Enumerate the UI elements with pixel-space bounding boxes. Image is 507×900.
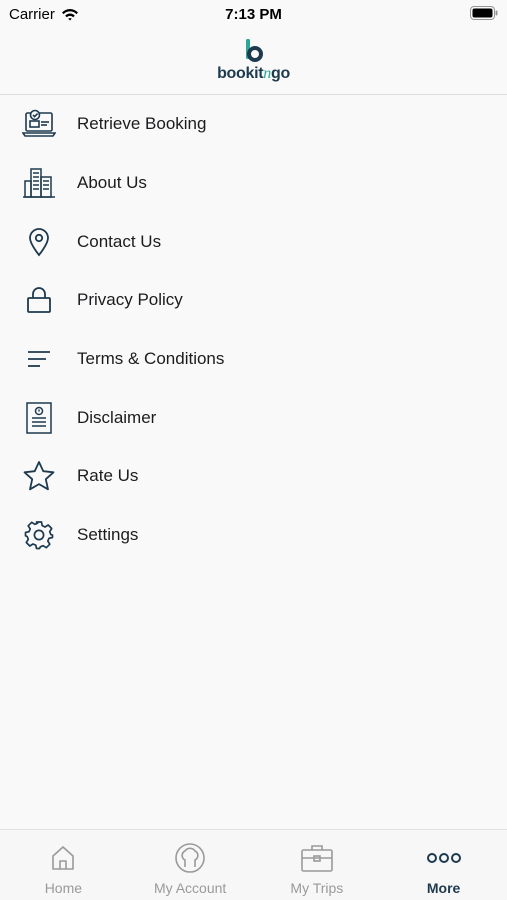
app-logo: bookitngo bbox=[0, 38, 507, 83]
logo-text-accent: n bbox=[263, 65, 271, 82]
menu-item-contact-us[interactable]: Contact Us bbox=[0, 212, 507, 271]
logo-wordmark: bookitngo bbox=[0, 65, 507, 83]
battery-icon bbox=[470, 6, 498, 24]
tab-bar: Home My Account My Trips More bbox=[0, 829, 507, 900]
lines-icon bbox=[22, 342, 56, 376]
menu-label-contact-us: Contact Us bbox=[77, 231, 162, 251]
menu-label-terms-conditions: Terms & Conditions bbox=[77, 349, 225, 369]
more-icon bbox=[426, 842, 462, 874]
tab-label-my-trips: My Trips bbox=[290, 880, 344, 896]
ticket-laptop-icon bbox=[22, 107, 56, 141]
document-icon bbox=[22, 401, 56, 435]
menu-item-rate-us[interactable]: Rate Us bbox=[0, 447, 507, 506]
tab-label-more: More bbox=[426, 880, 461, 896]
logo-b-icon bbox=[245, 39, 263, 62]
building-icon bbox=[22, 166, 56, 200]
tab-my-account[interactable]: My Account bbox=[127, 830, 254, 900]
menu-item-about-us[interactable]: About Us bbox=[0, 154, 507, 213]
menu-label-retrieve-booking: Retrieve Booking bbox=[77, 114, 207, 134]
gear-icon bbox=[22, 518, 56, 552]
menu-label-disclaimer: Disclaimer bbox=[77, 407, 157, 427]
status-time: 7:13 PM bbox=[225, 6, 282, 23]
menu-item-disclaimer[interactable]: Disclaimer bbox=[0, 388, 507, 447]
menu-label-about-us: About Us bbox=[77, 173, 147, 193]
briefcase-icon bbox=[300, 842, 334, 874]
location-pin-icon bbox=[22, 225, 56, 259]
star-icon bbox=[22, 459, 56, 493]
menu-item-settings[interactable]: Settings bbox=[0, 506, 507, 565]
menu-item-privacy-policy[interactable]: Privacy Policy bbox=[0, 271, 507, 330]
status-bar: Carrier 7:13 PM bbox=[0, 0, 507, 30]
tab-label-my-account: My Account bbox=[153, 880, 227, 896]
account-icon bbox=[174, 842, 206, 874]
tab-more[interactable]: More bbox=[380, 830, 507, 900]
menu-label-rate-us: Rate Us bbox=[77, 466, 139, 486]
app-header: bookitngo bbox=[0, 30, 507, 95]
menu-label-privacy-policy: Privacy Policy bbox=[77, 290, 183, 310]
menu-item-retrieve-booking[interactable]: Retrieve Booking bbox=[0, 95, 507, 154]
lock-icon bbox=[22, 283, 56, 317]
more-menu: Retrieve Booking About Us Contact Us Pri… bbox=[0, 95, 507, 565]
tab-my-trips[interactable]: My Trips bbox=[254, 830, 381, 900]
menu-item-terms-conditions[interactable]: Terms & Conditions bbox=[0, 330, 507, 389]
menu-label-settings: Settings bbox=[77, 525, 139, 545]
home-icon bbox=[50, 842, 76, 874]
tab-home[interactable]: Home bbox=[0, 830, 127, 900]
logo-text-end: go bbox=[270, 65, 290, 82]
logo-text-main: bookit bbox=[217, 65, 264, 82]
tab-label-home: Home bbox=[44, 880, 83, 896]
